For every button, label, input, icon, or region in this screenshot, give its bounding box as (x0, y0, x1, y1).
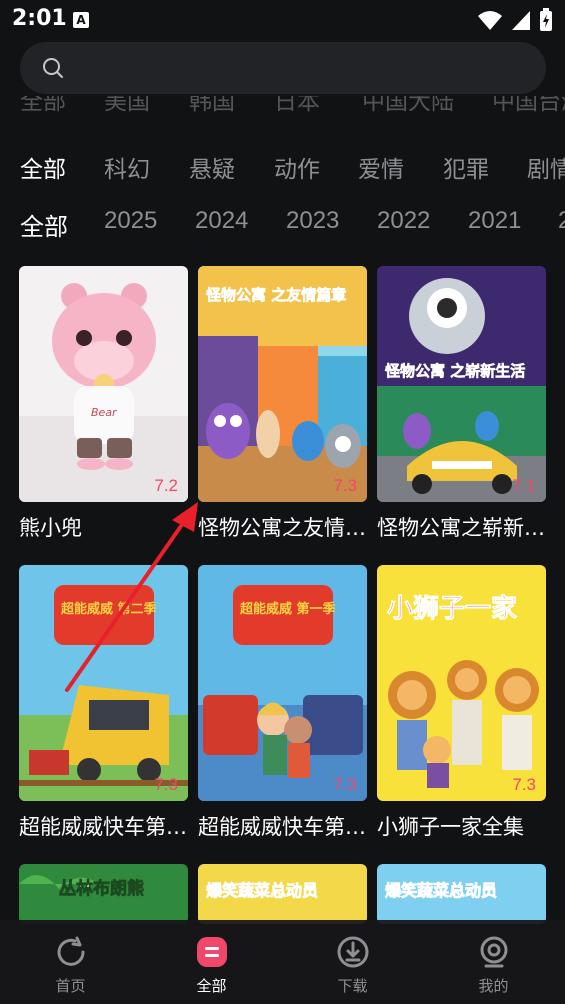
poster-image[interactable]: 小狮子一家 7.3 (377, 565, 546, 801)
poster-veggie-text: 爆笑蔬菜总动员 (385, 881, 497, 900)
poster-image[interactable]: 怪物公寓 之崭新生活 7.1 (377, 266, 546, 502)
year-chip[interactable]: 2024 (195, 207, 248, 235)
card-title[interactable]: 怪物公寓之崭新生活 (377, 512, 549, 542)
poster-image[interactable]: Bear 7.2 (19, 266, 188, 502)
rating-score: 7.3 (333, 476, 357, 495)
poster-monster2-text: 怪物公寓 之崭新生活 (385, 362, 525, 380)
card-title[interactable]: 熊小兜 (19, 512, 191, 542)
poster-image[interactable]: 丛林布朗熊 (19, 864, 188, 924)
poster-image[interactable]: 怪物公寓 之友情篇章 7.3 (198, 266, 367, 502)
genre-filter-row: 全部 科幻 悬疑 动作 爱情 犯罪 剧情 (0, 150, 565, 184)
search-icon (43, 58, 63, 78)
region-chip[interactable]: 全部 (20, 96, 66, 116)
year-chip[interactable]: 2022 (377, 207, 430, 235)
card-title[interactable]: 小狮子一家全集 (377, 811, 549, 841)
status-icons (477, 8, 553, 32)
genre-chip[interactable]: 悬疑 (189, 150, 235, 184)
card-title[interactable]: 超能威威快车第二季 (19, 811, 191, 841)
tab-label: 全部 (196, 977, 227, 995)
rating-score: 7.1 (512, 476, 536, 495)
home-icon (57, 936, 85, 966)
all-icon (197, 937, 227, 967)
poster-image[interactable]: 超能威威 第二季 7.3 (19, 565, 188, 801)
poster-train1-text: 超能威威 第一季 (240, 601, 336, 617)
region-chip[interactable]: 日本 (274, 96, 320, 116)
profile-icon (480, 936, 508, 968)
signal-icon (512, 11, 530, 30)
search-input[interactable] (20, 42, 546, 94)
poster-image[interactable]: 爆笑蔬菜总动员 (198, 864, 367, 924)
tab-label: 下载 (337, 977, 368, 995)
poster-veggie-text: 爆笑蔬菜总动员 (206, 881, 318, 900)
poster-jungle-text: 丛林布朗熊 (59, 878, 144, 899)
card-title[interactable]: 怪物公寓之友情篇章 (198, 512, 370, 542)
tab-label: 首页 (55, 977, 86, 995)
status-bar: 2:01 A (0, 0, 565, 38)
rating-score: 7.2 (154, 476, 178, 495)
poster-image[interactable]: 爆笑蔬菜总动员 (377, 864, 546, 924)
notification-a-icon: A (73, 12, 89, 28)
year-chip[interactable]: 2023 (286, 207, 339, 235)
rating-score: 7.3 (154, 775, 178, 794)
genre-chip[interactable]: 科幻 (104, 150, 150, 184)
poster-lion-text: 小狮子一家 (387, 593, 517, 624)
poster-monster1-text: 怪物公寓 之友情篇章 (206, 286, 346, 304)
bottom-tab-bar: 首页 全部 下载 我的 (0, 920, 565, 1004)
tab-label: 我的 (478, 977, 509, 995)
tab-download[interactable]: 下载 (282, 920, 423, 1004)
region-filter-row: 全部 美国 韩国 日本 中国大陆 中国台湾 (0, 96, 565, 120)
poster-image[interactable]: 超能威威 第一季 7.3 (198, 565, 367, 801)
genre-chip[interactable]: 爱情 (358, 150, 404, 184)
download-icon (337, 936, 369, 968)
genre-chip[interactable]: 剧情 (527, 150, 565, 184)
genre-chip[interactable]: 犯罪 (443, 150, 489, 184)
region-chip[interactable]: 韩国 (189, 96, 235, 116)
year-filter-row: 全部 2025 2024 2023 2022 2021 2 (0, 207, 565, 241)
region-chip[interactable]: 美国 (104, 96, 150, 116)
battery-icon (540, 8, 552, 31)
year-chip[interactable]: 2 (558, 207, 565, 235)
tab-home[interactable]: 首页 (0, 920, 141, 1004)
year-chip[interactable]: 2021 (468, 207, 521, 235)
poster-train2-text: 超能威威 第二季 (61, 601, 157, 617)
region-chip[interactable]: 中国台湾 (492, 96, 565, 116)
year-chip-all[interactable]: 全部 (20, 207, 68, 241)
rating-score: 7.3 (333, 775, 357, 794)
genre-chip[interactable]: 动作 (274, 150, 320, 184)
card-title[interactable]: 超能威威快车第一季 (198, 811, 370, 841)
year-chip[interactable]: 2025 (104, 207, 157, 235)
status-time: 2:01 (12, 6, 67, 31)
wifi-icon (478, 11, 502, 30)
region-chip[interactable]: 中国大陆 (362, 96, 454, 116)
tab-all[interactable]: 全部 (141, 920, 282, 1004)
poster-bear-text: Bear (91, 406, 118, 419)
rating-score: 7.3 (512, 775, 536, 794)
tab-profile[interactable]: 我的 (423, 920, 564, 1004)
genre-chip-all[interactable]: 全部 (20, 150, 66, 184)
